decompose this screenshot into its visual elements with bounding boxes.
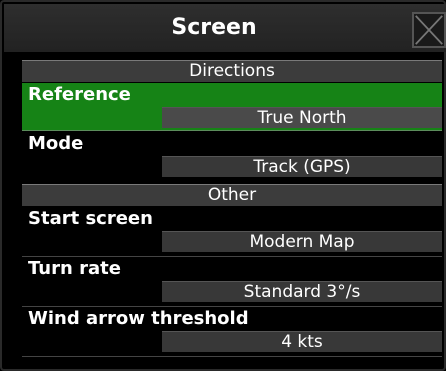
setting-reference[interactable]: Reference True North xyxy=(22,83,442,131)
setting-value[interactable]: 4 kts xyxy=(162,331,442,352)
row-divider xyxy=(22,356,442,357)
setting-label: Mode xyxy=(28,133,84,154)
setting-label: Turn rate xyxy=(28,258,121,279)
section-header-other: Other xyxy=(22,184,442,206)
setting-turn-rate[interactable]: Turn rate Standard 3°/s xyxy=(22,257,442,305)
setting-value[interactable]: True North xyxy=(162,107,442,128)
setting-label: Reference xyxy=(28,84,131,105)
setting-label: Start screen xyxy=(28,208,153,229)
setting-start-screen[interactable]: Start screen Modern Map xyxy=(22,207,442,255)
setting-value[interactable]: Track (GPS) xyxy=(162,156,442,177)
close-button[interactable] xyxy=(412,12,446,48)
close-icon xyxy=(415,15,443,45)
section-header-directions: Directions xyxy=(22,60,442,82)
setting-wind-arrow-threshold[interactable]: Wind arrow threshold 4 kts xyxy=(22,307,442,355)
title-bar: Screen xyxy=(4,4,446,52)
setting-mode[interactable]: Mode Track (GPS) xyxy=(22,132,442,180)
setting-value[interactable]: Modern Map xyxy=(162,231,442,252)
dialog-title: Screen xyxy=(171,15,257,40)
setting-value[interactable]: Standard 3°/s xyxy=(162,281,442,302)
setting-label: Wind arrow threshold xyxy=(28,308,249,329)
